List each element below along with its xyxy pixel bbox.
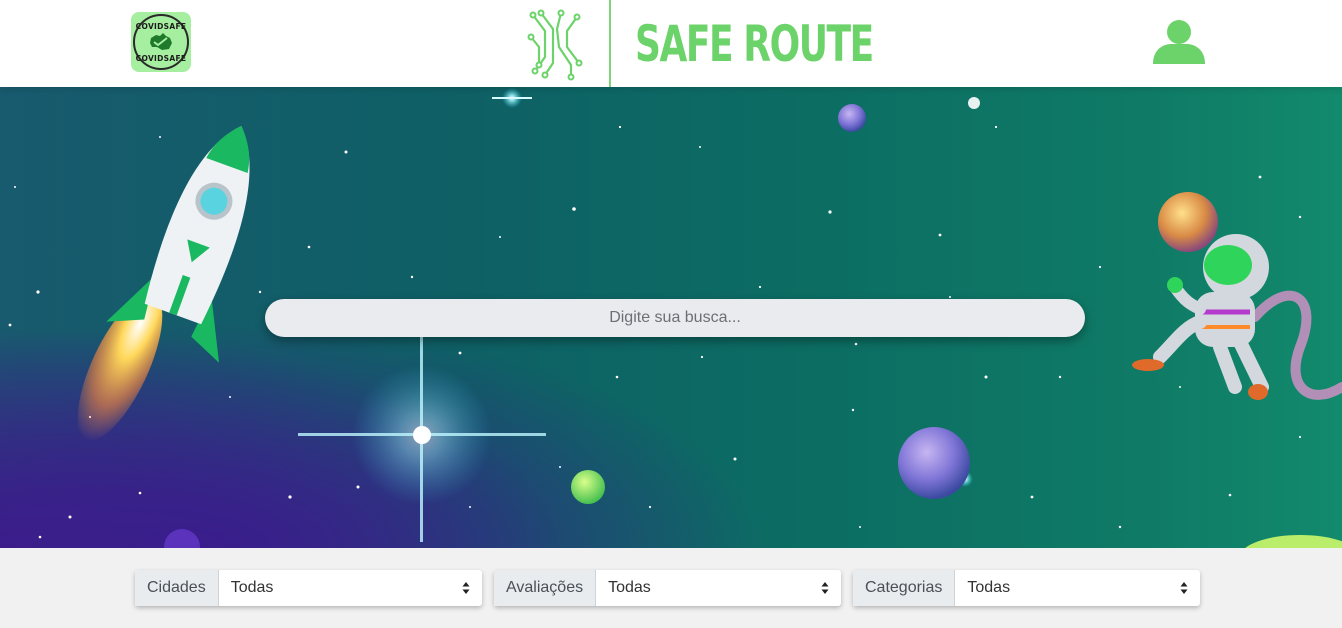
search-bar[interactable]	[265, 299, 1085, 337]
filter-avaliacoes-value: Todas	[608, 579, 651, 596]
filter-categorias: Categorias Todas	[853, 570, 1200, 606]
top-header: COVIDSAFE COVIDSAFE SAFE ROUTE	[0, 0, 1342, 87]
filter-avaliacoes-label: Avaliações	[494, 570, 597, 606]
covidsafe-badge-icon[interactable]: COVIDSAFE COVIDSAFE	[131, 12, 191, 72]
filter-categorias-select[interactable]: Todas	[955, 570, 1200, 606]
filter-bar: Cidades Todas Avaliações Todas Categoria…	[0, 570, 1342, 606]
badge-australia-shape	[150, 33, 172, 50]
select-arrows-icon	[462, 582, 470, 594]
filter-categorias-value: Todas	[967, 579, 1011, 596]
filter-avaliacoes-select[interactable]: Todas	[596, 570, 841, 606]
select-arrows-icon	[821, 582, 829, 594]
brand-title: SAFE ROUTE	[635, 14, 874, 73]
rocket-illustration	[77, 126, 250, 441]
filter-cidades: Cidades Todas	[135, 570, 482, 606]
badge-top-text: COVIDSAFE	[135, 22, 187, 31]
filter-cidades-label: Cidades	[135, 570, 219, 606]
select-arrows-icon	[1180, 582, 1188, 594]
search-input[interactable]	[265, 299, 1085, 337]
filter-cidades-select[interactable]: Todas	[219, 570, 482, 606]
brand-divider	[609, 0, 611, 87]
user-icon[interactable]	[1151, 18, 1207, 68]
filter-categorias-label: Categorias	[853, 570, 956, 606]
filter-avaliacoes: Avaliações Todas	[494, 570, 841, 606]
hero-banner	[0, 87, 1342, 548]
astronaut-illustration	[1132, 234, 1342, 400]
badge-ring: COVIDSAFE COVIDSAFE	[133, 14, 189, 70]
brand[interactable]: SAFE ROUTE	[527, 0, 965, 87]
badge-bottom-text: COVIDSAFE	[135, 54, 187, 63]
filter-cidades-value: Todas	[230, 579, 274, 596]
circuit-logo-icon	[527, 9, 583, 80]
